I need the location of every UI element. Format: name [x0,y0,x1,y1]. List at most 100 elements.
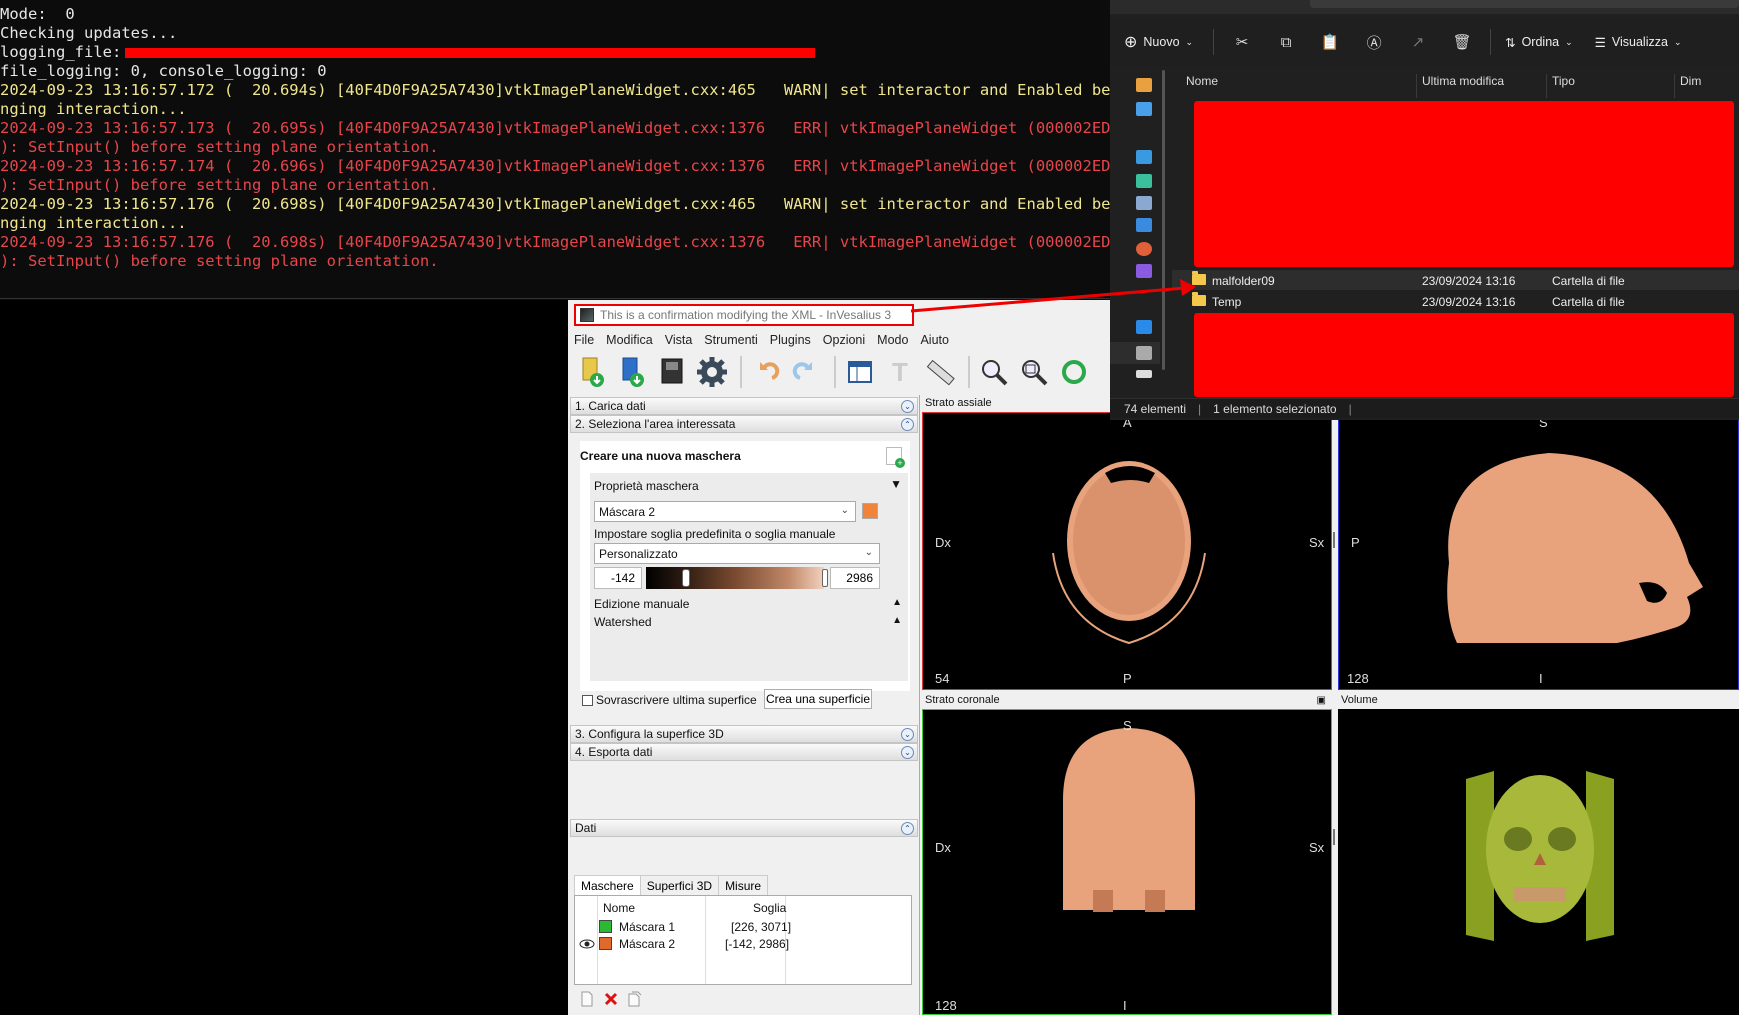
scrollbar[interactable] [1162,70,1165,370]
share-icon[interactable]: ↗ [1396,33,1440,51]
section-load-data[interactable]: 1. Carica dati ⌄ [570,397,918,415]
home-icon[interactable] [1136,78,1152,92]
undo-icon[interactable] [748,355,784,389]
create-surface-button[interactable]: Crea una superficie [764,689,872,709]
column-header-modified[interactable]: Ultima modifica [1422,74,1504,88]
expand-arrow-icon[interactable]: ▲ [892,597,902,608]
open-icon[interactable] [614,355,650,389]
menu-file[interactable]: File [568,333,600,347]
section-configure-surface[interactable]: 3. Configura la superfice 3D ⌄ [570,725,918,743]
delete-icon[interactable]: 🗑 [1440,33,1484,51]
rotate-icon[interactable] [1056,355,1092,389]
settings-icon[interactable] [694,355,730,389]
gallery-icon[interactable] [1136,102,1152,116]
list-item[interactable]: Temp 23/09/2024 13:16 Cartella di file [1172,291,1739,311]
redo-icon[interactable] [788,355,824,389]
threshold-slider[interactable] [646,567,828,589]
column-header-type[interactable]: Tipo [1552,74,1575,88]
scrollbar[interactable] [1332,412,1336,690]
menu-view[interactable]: Vista [659,333,699,347]
eye-icon[interactable] [579,938,595,953]
slider-min-handle[interactable] [682,569,690,587]
maximize-icon[interactable]: ▣ [1317,695,1326,706]
menu-mode[interactable]: Modo [871,333,914,347]
overwrite-checkbox[interactable] [582,695,593,706]
threshold-max-input[interactable]: 2986 [830,567,880,589]
tab-masks[interactable]: Maschere [574,875,641,896]
collapse-icon[interactable]: ⌃ [901,418,914,431]
delete-icon[interactable] [604,991,618,1012]
section-data[interactable]: Dati ⌃ [570,819,918,837]
documents-icon[interactable] [1136,196,1152,210]
text-icon[interactable]: T [882,355,918,389]
ruler-icon[interactable] [922,355,958,389]
desktop-icon[interactable] [1136,150,1152,164]
drive-icon[interactable] [1136,346,1152,360]
viewport-volume[interactable] [1338,709,1739,1015]
expand-icon[interactable]: ⌄ [901,400,914,413]
duplicate-icon[interactable] [628,991,642,1012]
save-icon[interactable] [654,355,690,389]
cut-icon[interactable]: ✂ [1220,33,1264,51]
new-icon[interactable] [580,991,594,1012]
scrollbar[interactable] [1332,709,1336,1015]
console-line: ): SetInput() before setting plane orien… [0,252,439,270]
import-icon[interactable] [574,355,610,389]
tab-measures[interactable]: Misure [718,875,769,896]
window-title-bar: This is a confirmation modifying the XML… [574,304,914,326]
threshold-min-input[interactable]: -142 [594,567,642,589]
menu-help[interactable]: Aiuto [914,333,955,347]
copy-icon[interactable]: ⧉ [1264,34,1308,51]
expand-icon[interactable]: ⌄ [901,728,914,741]
videos-icon[interactable] [1136,264,1152,278]
zoom-icon[interactable] [976,355,1012,389]
menu-edit[interactable]: Modifica [600,333,659,347]
sort-button[interactable]: ⇅ Ordina ⌄ [1497,27,1581,57]
divider [0,298,1110,299]
column-header-threshold[interactable]: Soglia [753,901,786,915]
paste-icon[interactable]: 📋 [1308,33,1352,51]
menu-options[interactable]: Opzioni [817,333,871,347]
tab-surfaces[interactable]: Superfici 3D [639,875,720,896]
pictures-icon[interactable] [1136,218,1152,232]
address-bar[interactable] [1310,0,1739,8]
viewport-sagittal[interactable]: S I P 128 [1338,412,1739,690]
music-icon[interactable] [1136,242,1152,256]
menu-plugins[interactable]: Plugins [764,333,817,347]
manual-edit-label[interactable]: Edizione manuale [594,597,689,611]
viewport-coronal[interactable]: S I Dx Sx 128 [922,709,1332,1015]
rename-icon[interactable]: Ⓐ [1352,32,1396,53]
collapse-icon[interactable]: ⌃ [901,822,914,835]
column-header-name[interactable]: Nome [1186,74,1218,88]
zoom-select-icon[interactable] [1016,355,1052,389]
console-line: 2024-09-23 13:16:57.174 ( 20.696s) [40F4… [0,157,1110,175]
column-header-name[interactable]: Nome [603,901,635,915]
sort-icon: ⇅ [1505,35,1516,50]
slider-max-handle[interactable] [822,569,828,587]
view-button[interactable]: ☰ Visualizza ⌄ [1587,27,1690,57]
threshold-select[interactable]: Personalizzato ⌄ [594,543,880,564]
divider [1674,74,1675,98]
section-select-area[interactable]: 2. Seleziona l'area interessata ⌃ [570,415,918,433]
this-pc-icon[interactable] [1136,320,1152,334]
redacted-area [1194,313,1734,397]
mask-color-button[interactable] [862,503,878,519]
drive-icon[interactable] [1136,370,1152,378]
downloads-icon[interactable] [1136,174,1152,188]
column-header-size[interactable]: Dim [1680,74,1701,88]
expand-icon[interactable]: ⌄ [901,746,914,759]
collapse-arrow-icon[interactable]: ▼ [890,477,902,491]
orientation-bottom: P [1123,671,1132,686]
nav-selected[interactable] [1110,342,1160,364]
new-button[interactable]: ⊕ Nuovo ⌄ [1116,27,1201,57]
viewport-axial[interactable]: A P Dx Sx 54 [922,412,1332,690]
watershed-label[interactable]: Watershed [594,615,652,629]
mask-select[interactable]: Máscara 2 ⌄ [594,501,856,522]
layout-icon[interactable] [842,355,878,389]
menu-tools[interactable]: Strumenti [698,333,764,347]
list-item[interactable]: malfolder09 23/09/2024 13:16 Cartella di… [1172,270,1739,290]
expand-arrow-icon[interactable]: ▲ [892,615,902,626]
section-export-data[interactable]: 4. Esporta dati ⌄ [570,743,918,761]
console-line: Mode: 0 [0,5,75,23]
new-mask-icon[interactable]: + [886,447,905,468]
